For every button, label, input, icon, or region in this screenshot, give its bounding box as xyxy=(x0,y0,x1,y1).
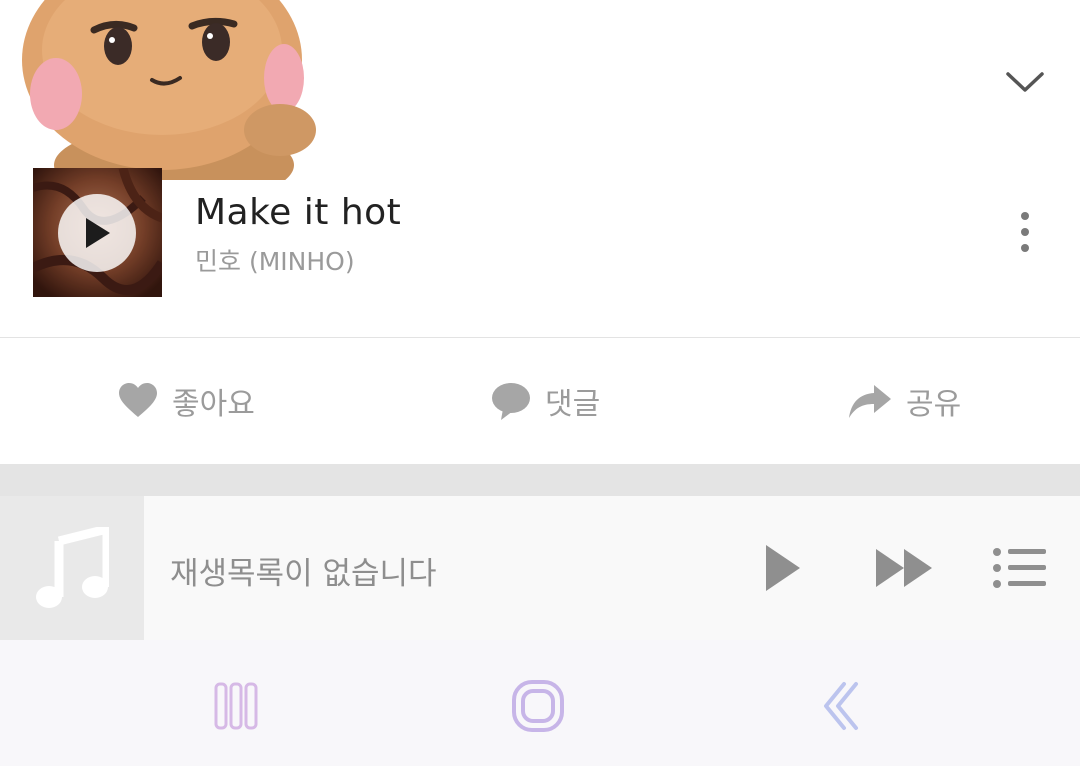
now-playing-header: Make it hot 민호 (MINHO) xyxy=(0,0,1080,338)
chevron-down-icon[interactable] xyxy=(1002,62,1048,102)
playlist-icon[interactable] xyxy=(992,546,1048,590)
play-icon[interactable] xyxy=(760,542,804,594)
current-song-row: Make it hot 민호 (MINHO) xyxy=(0,168,1080,298)
play-icon xyxy=(86,218,110,248)
share-icon xyxy=(849,385,891,418)
more-vertical-icon[interactable] xyxy=(1010,210,1040,254)
system-nav-bar xyxy=(0,640,1080,766)
song-artist: 민호 (MINHO) xyxy=(195,247,355,276)
music-app-screen: Make it hot 민호 (MINHO) 좋아요 댓글 공유 재생목록이 없… xyxy=(0,0,1080,766)
heart-icon xyxy=(119,383,157,417)
album-cover[interactable] xyxy=(33,168,162,297)
section-gap xyxy=(0,464,1080,496)
plush-toy-image xyxy=(22,0,316,180)
song-actions-bar: 좋아요 댓글 공유 xyxy=(0,338,1080,464)
share-label: 공유 xyxy=(906,387,962,422)
like-button[interactable]: 좋아요 xyxy=(118,376,255,426)
comment-icon xyxy=(492,383,530,420)
comment-label: 댓글 xyxy=(545,387,601,422)
back-icon[interactable] xyxy=(814,678,870,734)
like-label: 좋아요 xyxy=(172,387,255,422)
comment-button[interactable]: 댓글 xyxy=(491,376,600,426)
home-icon[interactable] xyxy=(510,678,566,734)
mini-player: 재생목록이 없습니다 xyxy=(0,496,1080,640)
music-note-icon xyxy=(36,527,109,608)
empty-playlist-message: 재생목록이 없습니다 xyxy=(170,556,437,592)
fast-forward-icon[interactable] xyxy=(874,546,934,590)
share-button[interactable]: 공유 xyxy=(848,376,961,426)
recent-apps-icon[interactable] xyxy=(208,678,264,734)
song-title: Make it hot xyxy=(195,192,402,233)
player-thumbnail xyxy=(0,496,144,640)
cover-play-button[interactable] xyxy=(58,194,136,272)
